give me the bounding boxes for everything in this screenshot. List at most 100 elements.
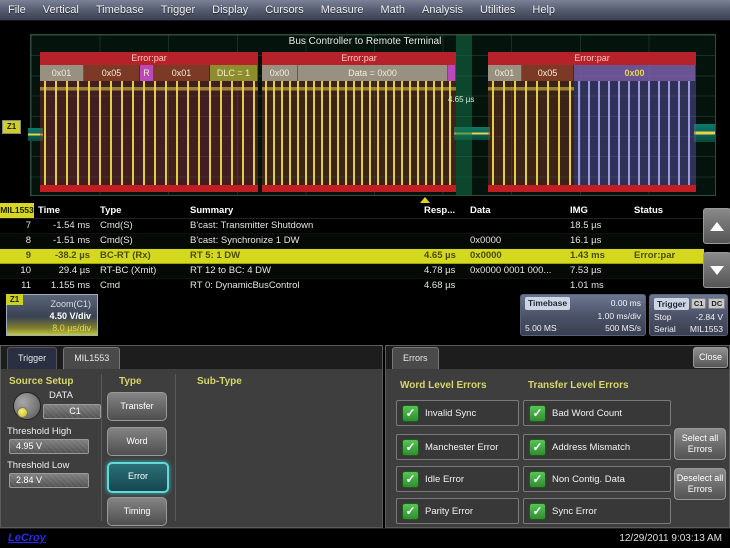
- transfer-errors-header: Transfer Level Errors: [528, 380, 629, 391]
- threshold-low-label: Threshold Low: [7, 460, 69, 471]
- type-timing-button[interactable]: Timing: [107, 497, 167, 526]
- packet1-field-dlc: DLC = 1: [210, 65, 258, 81]
- data-label: DATA: [49, 390, 73, 401]
- z1-descriptor-tab: Z1: [6, 294, 23, 305]
- oscilloscope-screen: File Vertical Timebase Trigger Display C…: [0, 0, 730, 548]
- baseline-wave-right: [694, 124, 715, 142]
- col-img: IMG: [570, 203, 634, 218]
- menu-display[interactable]: Display: [212, 4, 248, 16]
- tab-trigger[interactable]: Trigger: [7, 347, 57, 369]
- source-field[interactable]: C1: [43, 404, 101, 419]
- table-row[interactable]: 8-1.51 ms Cmd(S)B'cast: Synchronize 1 DW…: [0, 234, 704, 249]
- table-row-selected[interactable]: 9-38.2 µs BC-RT (Rx)RT 5: 1 DW 4.65 µs0x…: [0, 249, 704, 264]
- menu-math[interactable]: Math: [381, 4, 405, 16]
- timebase-box[interactable]: Timebase 0.00 ms 1.00 ms/div 5.00 MS 500…: [520, 294, 646, 336]
- divider: [101, 374, 102, 521]
- close-button[interactable]: Close: [693, 347, 728, 368]
- tab-mil1553[interactable]: MIL1553: [63, 347, 120, 369]
- menu-timebase[interactable]: Timebase: [96, 4, 144, 16]
- trigger-coupling-badge: DC: [708, 298, 725, 309]
- idle-error-checkbox[interactable]: Idle Error: [396, 466, 519, 492]
- packet1-waveform: [40, 81, 258, 185]
- scroll-down-button[interactable]: [703, 252, 730, 288]
- footer: LeCroy 12/29/2011 9:03:13 AM: [0, 528, 730, 548]
- trigger-kind: Serial: [654, 323, 676, 336]
- table-scrollbar: [703, 208, 729, 288]
- col-time: Time: [34, 203, 100, 218]
- checkbox-checked-icon: [529, 405, 546, 422]
- checkbox-checked-icon: [402, 503, 419, 520]
- table-row[interactable]: 1029.4 µs RT-BC (Xmit)RT 12 to BC: 4 DW …: [0, 264, 704, 279]
- scroll-up-button[interactable]: [703, 208, 730, 244]
- threshold-high-field[interactable]: 4.95 V: [9, 439, 89, 454]
- packet1-error-bar: Error:par: [40, 52, 258, 65]
- source-knob[interactable]: [13, 392, 41, 420]
- menu-trigger[interactable]: Trigger: [161, 4, 195, 16]
- packet3-field-data: 0x00: [574, 65, 696, 81]
- clock-timestamp: 12/29/2011 9:03:13 AM: [619, 533, 722, 544]
- divider: [175, 374, 176, 521]
- menu-measure[interactable]: Measure: [321, 4, 364, 16]
- subtype-header: Sub-Type: [197, 376, 242, 387]
- type-error-button[interactable]: Error: [107, 462, 169, 493]
- right-dialog-tabs: Errors: [386, 346, 729, 369]
- menu-file[interactable]: File: [8, 4, 26, 16]
- source-setup-header: Source Setup: [9, 376, 73, 387]
- z1-trace-marker: Z1: [2, 120, 21, 134]
- menu-cursors[interactable]: Cursors: [265, 4, 304, 16]
- col-type: Type: [100, 203, 190, 218]
- trigger-label: Trigger: [654, 298, 689, 311]
- z1-descriptor-box[interactable]: Z1 Zoom(C1) 4.50 V/div 8.0 µs/div: [6, 294, 98, 336]
- tab-errors[interactable]: Errors: [392, 347, 439, 369]
- col-data: Data: [470, 203, 570, 218]
- type-word-button[interactable]: Word: [107, 427, 167, 456]
- checkbox-checked-icon: [529, 439, 546, 456]
- type-transfer-button[interactable]: Transfer: [107, 392, 167, 421]
- col-resp: Resp...: [424, 203, 470, 218]
- invalid-sync-checkbox[interactable]: Invalid Sync: [396, 400, 519, 426]
- type-header: Type: [119, 376, 142, 387]
- packet2-field-sync: 0x00: [262, 65, 298, 81]
- packet2-field-parity: [448, 65, 456, 81]
- protocol-badge[interactable]: MIL1553: [0, 203, 34, 218]
- manchester-error-checkbox[interactable]: Manchester Error: [396, 434, 519, 460]
- menu-vertical[interactable]: Vertical: [43, 4, 79, 16]
- z1-volts-per-div: 4.50 V/div: [7, 310, 91, 322]
- deselect-all-errors-button[interactable]: Deselect all Errors: [674, 468, 726, 500]
- knob-indicator-icon: [17, 407, 28, 418]
- trigger-source-badge: C1: [691, 298, 707, 309]
- packet1-field-subaddr: 0x05: [84, 65, 140, 81]
- gap-highlight-band: [456, 35, 472, 195]
- packet3-error-bar: Error:par: [488, 52, 696, 65]
- timebase-points: 5.00 MS: [525, 322, 557, 335]
- checkbox-checked-icon: [529, 471, 546, 488]
- packet1-field-address: 0x01: [40, 65, 84, 81]
- trigger-protocol: MIL1553: [690, 323, 723, 336]
- checkbox-checked-icon: [529, 503, 546, 520]
- non-contig-data-checkbox[interactable]: Non Contig. Data: [523, 466, 671, 492]
- table-row[interactable]: 7-1.54 ms Cmd(S)B'cast: Transmitter Shut…: [0, 219, 704, 234]
- lecroy-logo: LeCroy: [8, 532, 46, 544]
- checkbox-checked-icon: [402, 405, 419, 422]
- packet2-waveform: [262, 81, 456, 185]
- timebase-offset: 0.00 ms: [611, 297, 641, 310]
- packet1-field-rt: R: [140, 65, 154, 81]
- decode-table: MIL1553 Time Type Summary Resp... Data I…: [0, 203, 730, 292]
- decode-packet-1: Error:par 0x01 0x05 R 0x01 DLC = 1: [40, 52, 258, 192]
- sync-error-checkbox[interactable]: Sync Error: [523, 498, 671, 524]
- threshold-low-field[interactable]: 2.84 V: [9, 473, 89, 488]
- arrow-up-icon: [710, 222, 724, 231]
- menu-help[interactable]: Help: [532, 4, 555, 16]
- packet2-field-data: Data = 0x00: [298, 65, 448, 81]
- waveform-area[interactable]: Bus Controller to Remote Terminal Z1 Err…: [0, 21, 730, 203]
- select-all-errors-button[interactable]: Select all Errors: [674, 428, 726, 460]
- menu-analysis[interactable]: Analysis: [422, 4, 463, 16]
- bad-word-count-checkbox[interactable]: Bad Word Count: [523, 400, 671, 426]
- errors-dialog: Errors Word Level Errors Invalid Sync Ma…: [385, 345, 730, 528]
- packet3-field-subaddr: 0x05: [522, 65, 574, 81]
- timebase-rate: 500 MS/s: [605, 322, 641, 335]
- menu-utilities[interactable]: Utilities: [480, 4, 515, 16]
- parity-error-checkbox[interactable]: Parity Error: [396, 498, 519, 524]
- trigger-box[interactable]: Trigger C1DC Stop -2.84 V Serial MIL1553: [649, 294, 728, 336]
- address-mismatch-checkbox[interactable]: Address Mismatch: [523, 434, 671, 460]
